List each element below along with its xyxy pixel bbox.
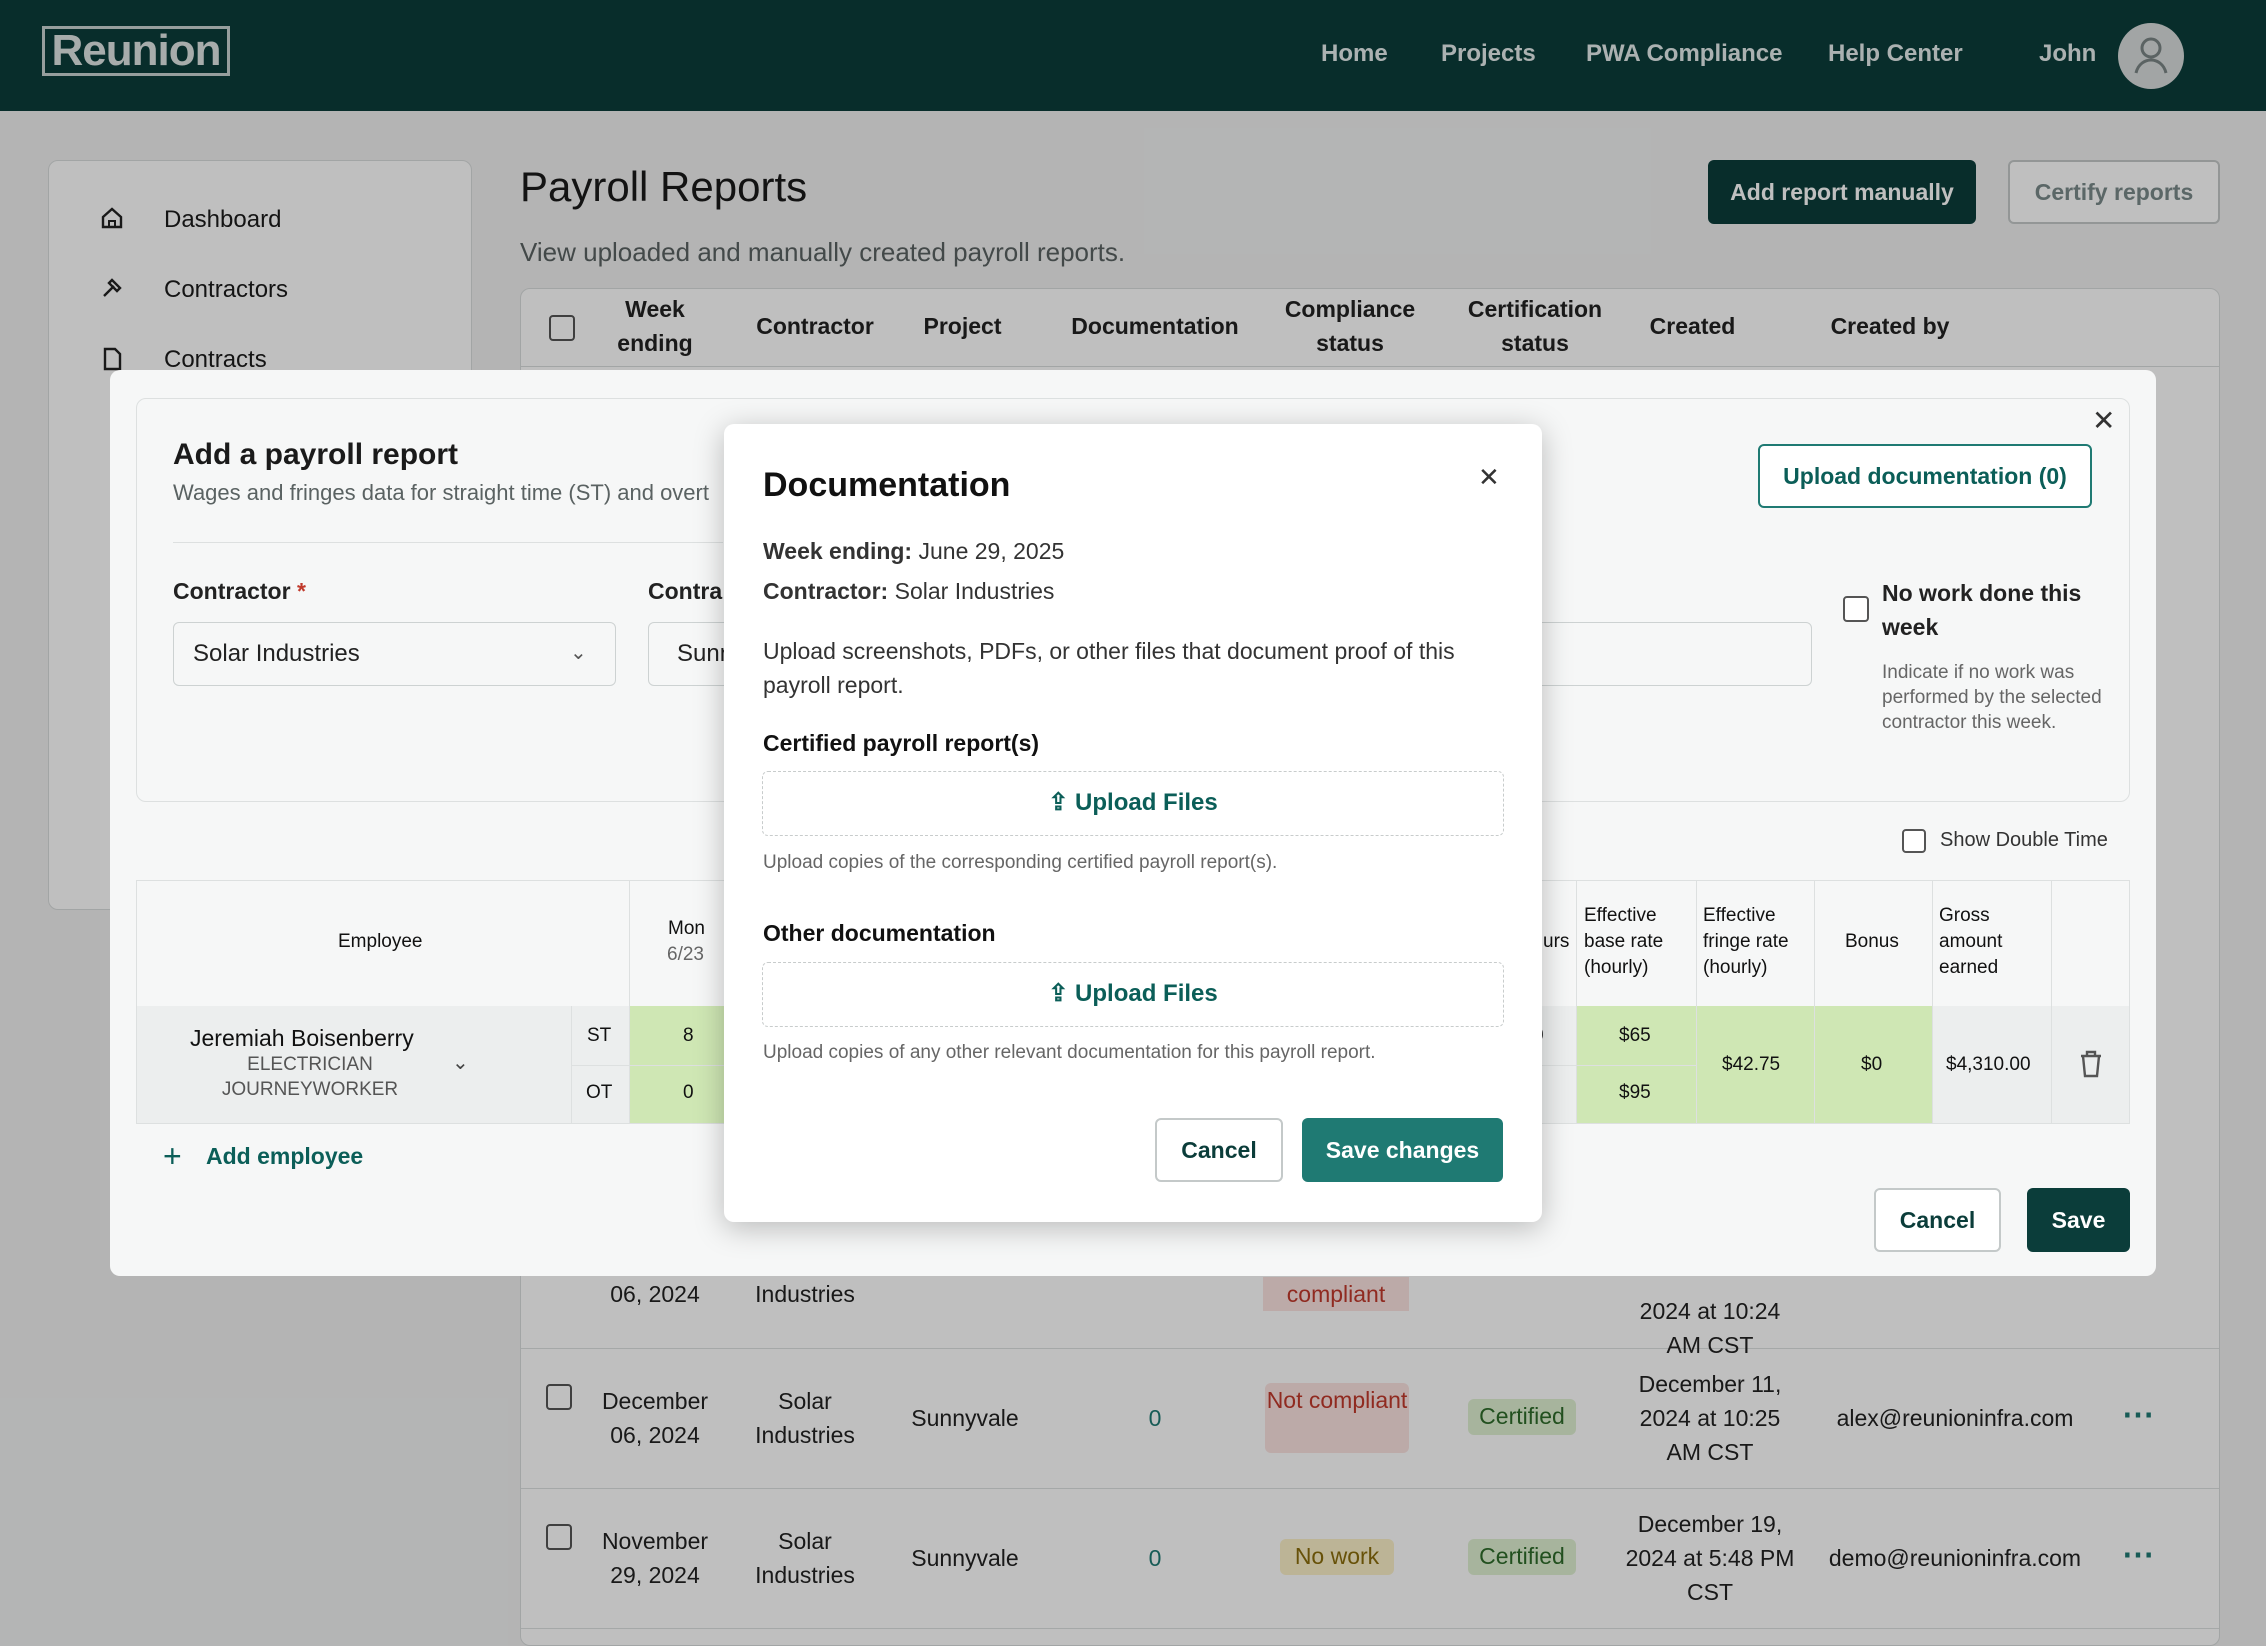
week-ending-label: Week ending:: [763, 538, 913, 564]
gross-column-header: Gross amount earned: [1939, 905, 2003, 978]
employee-column-header: Employee: [338, 931, 423, 952]
bonus-column-header: Bonus: [1845, 931, 1899, 952]
mon-column-header: Mon: [668, 918, 705, 939]
ot-mon-hours[interactable]: 0: [683, 1080, 694, 1106]
contractor-row: Contractor: Solar Industries: [763, 578, 1054, 605]
hours-column-header: urs: [1543, 931, 1570, 952]
chevron-down-icon: ⌄: [570, 642, 587, 664]
close-icon[interactable]: ✕: [1478, 462, 1500, 493]
other-documentation-label: Other documentation: [763, 920, 996, 946]
ot-label: OT: [586, 1082, 613, 1103]
ot-base-rate: $95: [1619, 1082, 1651, 1103]
modal-title: Documentation: [763, 466, 1011, 504]
form-cancel-button[interactable]: Cancel: [1874, 1188, 2001, 1252]
modal-description: Upload screenshots, PDFs, or other files…: [763, 638, 1455, 698]
employee-role: ELECTRICIAN JOURNEYWORKER: [221, 1054, 399, 1100]
no-work-label: No work done this week: [1882, 580, 2082, 640]
show-double-time-checkbox[interactable]: [1902, 829, 1926, 853]
no-work-checkbox[interactable]: [1843, 596, 1869, 622]
upload-documentation-button[interactable]: Upload documentation (0): [1758, 444, 2092, 508]
certified-help-text: Upload copies of the corresponding certi…: [763, 852, 1278, 873]
grid-col-divider: [2051, 880, 2052, 1124]
chevron-down-icon[interactable]: ⌄: [452, 1050, 469, 1075]
fringe-rate-column-header: Effective fringe rate (hourly): [1703, 905, 1789, 978]
contractor-label-text: Contractor: [173, 578, 291, 604]
upload-files-label: Upload Files: [1075, 980, 1218, 1007]
contract-label: Contra: [648, 578, 723, 604]
trash-icon[interactable]: [2077, 1048, 2105, 1080]
st-base-rate: $65: [1619, 1025, 1651, 1046]
modal-contractor-label: Contractor:: [763, 578, 889, 604]
upload-icon: ⇪: [1048, 789, 1069, 816]
add-employee-button[interactable]: Add employee: [206, 1143, 363, 1170]
upload-icon: ⇪: [1048, 980, 1069, 1007]
st-mon-hours[interactable]: 8: [683, 1023, 694, 1049]
fringe-rate: $42.75: [1722, 1054, 1781, 1075]
week-ending-row: Week ending: June 29, 2025: [763, 538, 1064, 565]
plus-icon[interactable]: +: [163, 1138, 182, 1175]
other-help-text: Upload copies of any other relevant docu…: [763, 1042, 1376, 1063]
grid-col-divider: [629, 880, 630, 1124]
grid-col-divider: [1576, 880, 1577, 1124]
divider: [571, 1065, 729, 1066]
grid-col-divider: [571, 1006, 572, 1123]
certified-upload-dropzone[interactable]: ⇪ Upload Files: [762, 771, 1504, 836]
close-icon[interactable]: ✕: [2092, 404, 2115, 437]
mon-date: 6/23: [667, 944, 704, 965]
contractor-label: Contractor *: [173, 578, 306, 605]
divider: [173, 542, 723, 543]
required-marker: *: [296, 578, 306, 604]
grid-col-divider: [1932, 880, 1933, 1124]
show-double-time-label: Show Double Time: [1940, 829, 2108, 851]
grid-col-divider: [1814, 880, 1815, 1124]
no-work-help: Indicate if no work was performed by the…: [1882, 662, 2102, 733]
week-ending-value: June 29, 2025: [918, 538, 1065, 564]
save-changes-button[interactable]: Save changes: [1302, 1118, 1503, 1182]
certified-payroll-label: Certified payroll report(s): [763, 730, 1040, 756]
other-upload-dropzone[interactable]: ⇪ Upload Files: [762, 962, 1504, 1027]
base-rate-column-header: Effective base rate (hourly): [1584, 905, 1664, 978]
bonus-value: $0: [1861, 1054, 1883, 1075]
gross-amount: $4,310.00: [1946, 1054, 2031, 1075]
modal-cancel-button[interactable]: Cancel: [1155, 1118, 1283, 1182]
employee-name: Jeremiah Boisenberry: [190, 1025, 414, 1051]
form-subtitle: Wages and fringes data for straight time…: [173, 480, 709, 505]
form-save-button[interactable]: Save: [2027, 1188, 2130, 1252]
modal-contractor-value: Solar Industries: [894, 578, 1055, 604]
upload-files-label: Upload Files: [1075, 789, 1218, 816]
grid-col-divider: [1696, 880, 1697, 1124]
st-label: ST: [587, 1025, 612, 1046]
form-title: Add a payroll report: [173, 438, 459, 471]
contractor-select-value: Solar Industries: [193, 640, 360, 667]
week-ending-input[interactable]: [1500, 622, 1812, 686]
